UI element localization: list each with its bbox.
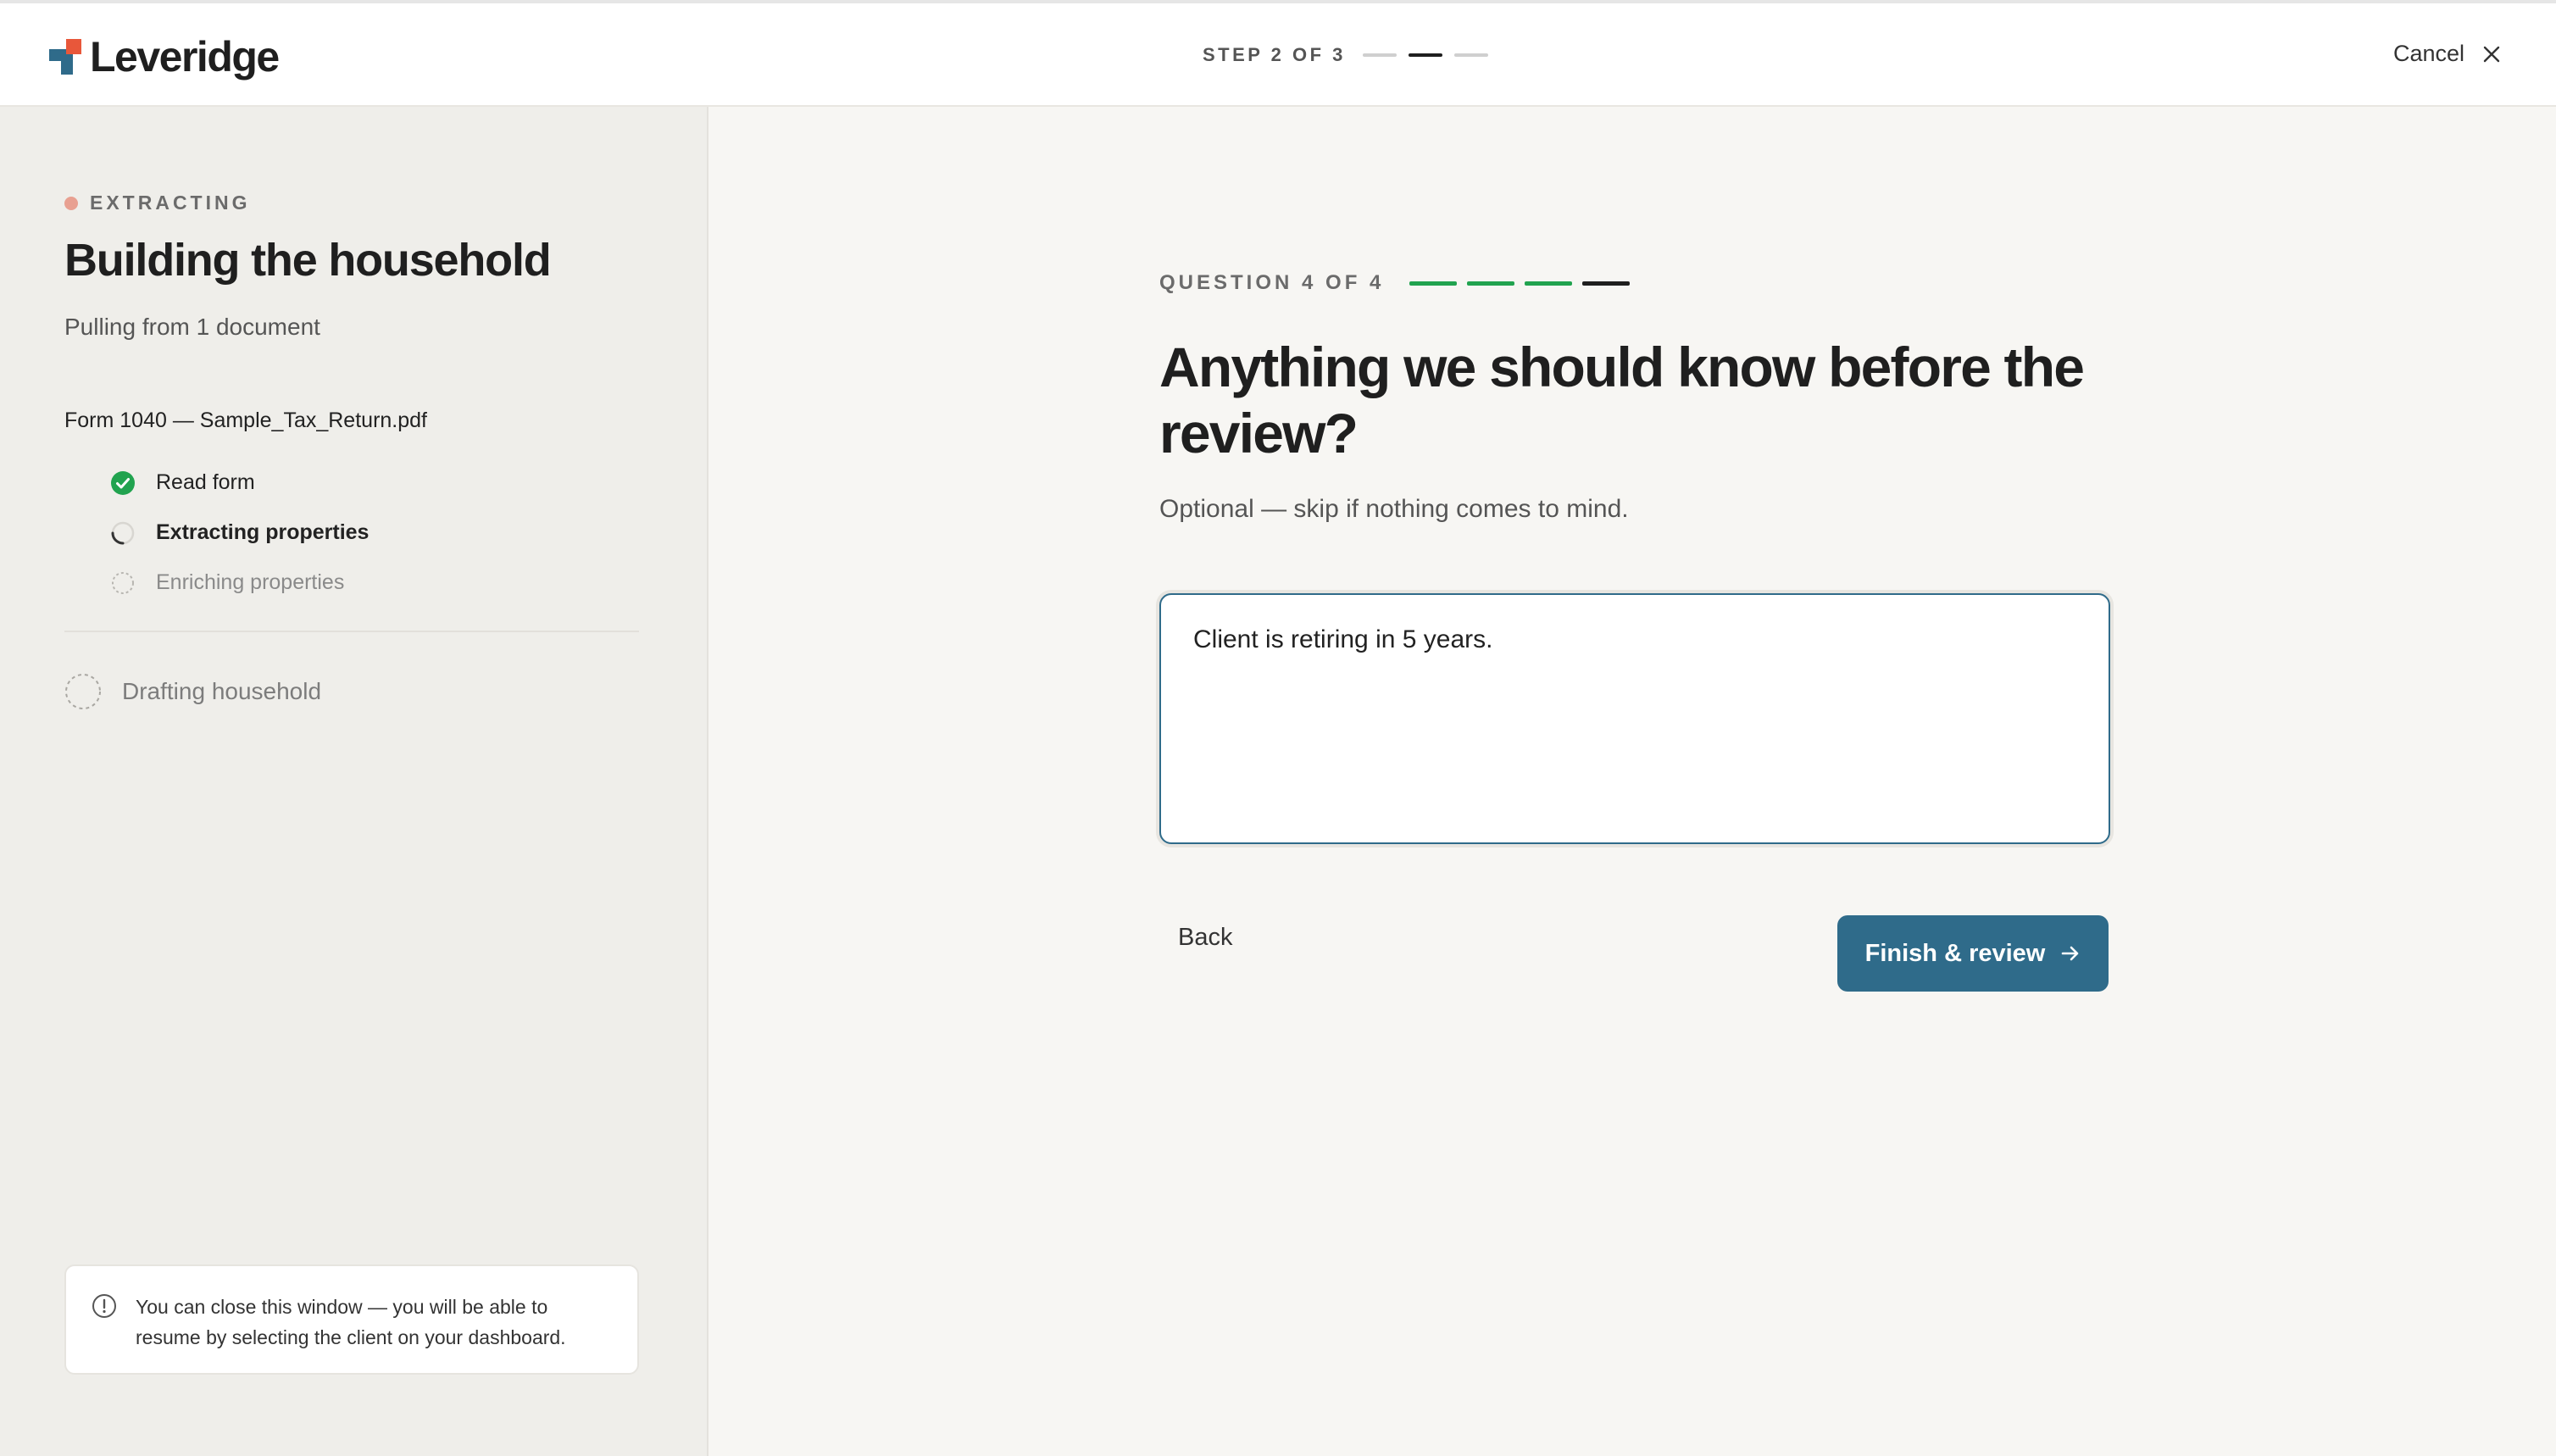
question-bar-4 [1582,281,1631,286]
check-circle-icon [111,470,135,495]
step-bar-2 [1408,53,1442,57]
info-notice: You can close this window — you will be … [64,1264,639,1375]
pending-circle-icon [112,571,134,594]
info-icon [92,1294,116,1318]
task-label: Enriching properties [156,570,345,594]
cancel-label: Cancel [2392,41,2464,66]
phase-label: Drafting household [122,678,322,704]
close-icon [2483,46,2500,62]
question-progress-bars [1409,281,1631,286]
pending-circle-icon [65,674,101,709]
sidebar-divider [64,631,639,632]
question-title: Anything we should know before the revie… [1159,336,2085,464]
arrow-right-icon [2062,946,2079,961]
status-indicator: EXTRACTING [64,192,251,214]
progress-sidebar: EXTRACTING Building the household Pullin… [0,107,708,1456]
step-bar-1 [1362,53,1397,57]
brand-logo[interactable]: Leveridge [49,33,280,81]
task-label: Extracting properties [156,520,370,544]
question-bar-2 [1467,281,1515,286]
question-panel: QUESTION 4 OF 4 Anything we should know … [710,107,2556,1456]
document-name: Form 1040 — Sample_Tax_Return.pdf [64,408,427,432]
question-bar-3 [1525,281,1573,286]
step-bar-3 [1453,53,1488,57]
task-item-read-form: Read form [110,458,369,508]
question-counter: QUESTION 4 OF 4 [1159,271,1385,294]
spinner-icon [111,521,135,544]
info-text: You can close this window — you will be … [136,1296,566,1348]
cancel-button[interactable]: Cancel [2393,41,2502,67]
top-bar: Leveridge STEP 2 OF 3 Cancel [0,0,2556,107]
step-progress-bars [1362,53,1488,57]
back-button[interactable]: Back [1178,924,1232,952]
status-dot-icon [64,196,78,210]
brand-name: Leveridge [90,33,280,81]
finish-review-label: Finish & review [1864,939,2046,967]
sidebar-title: Building the household [64,235,552,286]
sidebar-subtitle: Pulling from 1 document [64,314,320,340]
step-indicator: STEP 2 OF 3 [1203,44,1488,66]
task-label: Read form [156,470,255,494]
status-label: EXTRACTING [90,192,251,214]
task-list: Read form Extracting properties Enrichin… [110,458,369,608]
task-item-enriching-properties: Enriching properties [110,558,369,608]
step-counter: STEP 2 OF 3 [1203,44,1346,65]
phase-drafting-household: Drafting household [64,673,321,710]
question-bar-1 [1409,281,1458,286]
task-item-extracting-properties: Extracting properties [110,508,369,558]
answer-textarea[interactable]: Client is retiring in 5 years. [1159,593,2110,844]
logo-mark-icon [49,39,81,75]
finish-review-button[interactable]: Finish & review [1837,915,2109,992]
question-indicator: QUESTION 4 OF 4 [1159,271,1631,295]
question-hint: Optional — skip if nothing comes to mind… [1159,495,1629,523]
